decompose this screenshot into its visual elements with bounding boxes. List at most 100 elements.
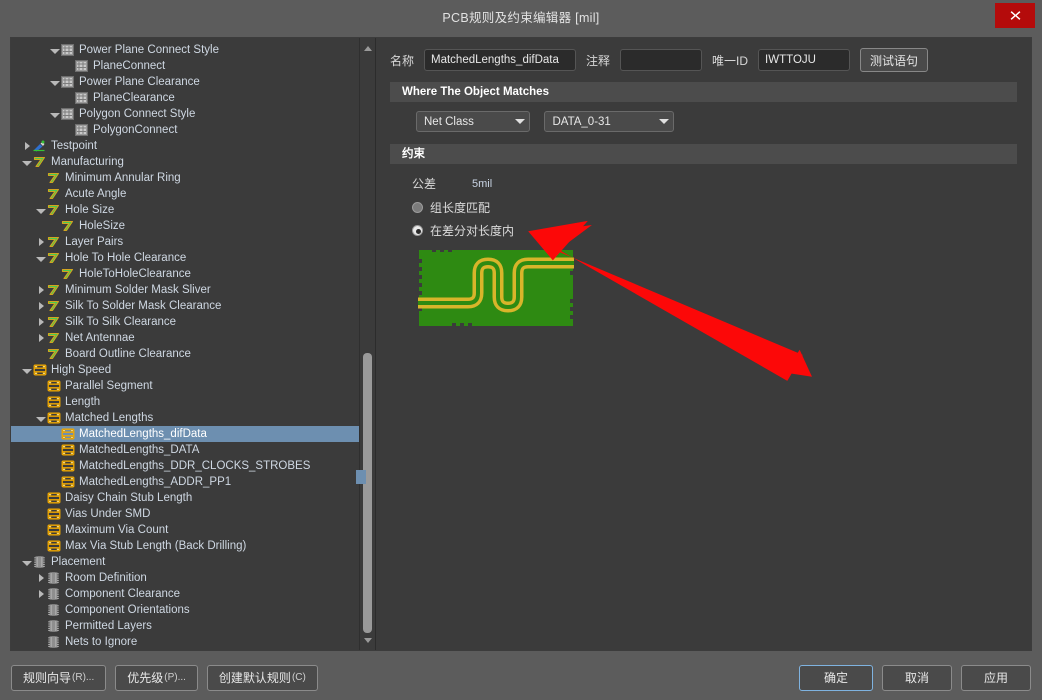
scroll-down-button[interactable] — [360, 632, 375, 648]
radio-group-length-button[interactable] — [412, 202, 423, 213]
tree-item-room-definition[interactable]: Room Definition — [11, 570, 359, 586]
tree-expander-spacer — [49, 266, 61, 282]
chevron-down-icon[interactable] — [35, 202, 47, 218]
scroll-up-icon — [363, 45, 372, 51]
chevron-down-icon[interactable] — [35, 250, 47, 266]
tree-item-component-clearance[interactable]: Component Clearance — [11, 586, 359, 602]
tree-expander-spacer — [49, 474, 61, 490]
where-object-matches-header: Where The Object Matches — [390, 82, 1017, 102]
tree-item-polygon-connect-style[interactable]: Polygon Connect Style — [11, 106, 359, 122]
priority-button[interactable]: 优先级 (P)... — [115, 664, 198, 691]
manufacturing-icon — [47, 236, 61, 249]
scroll-up-button[interactable] — [360, 40, 375, 56]
apply-button[interactable]: 应用 — [961, 664, 1031, 691]
tree-item-label: Polygon Connect Style — [79, 108, 196, 120]
unique-id-label: 唯一ID — [712, 53, 749, 68]
tree-item-hole-to-hole-clearance[interactable]: Hole To Hole Clearance — [11, 250, 359, 266]
tree-item-acute-angle[interactable]: Acute Angle — [11, 186, 359, 202]
rules-tree[interactable]: Power Plane Connect Style PlaneConnect Pow… — [11, 38, 359, 650]
chevron-right-icon[interactable] — [35, 282, 47, 298]
scroll-down-icon — [363, 637, 372, 643]
tree-item-silk-to-silk-clearance[interactable]: Silk To Silk Clearance — [11, 314, 359, 330]
tolerance-value[interactable]: 5mil — [472, 178, 492, 190]
tree-item-component-orientations[interactable]: Component Orientations — [11, 602, 359, 618]
chevron-right-icon[interactable] — [35, 298, 47, 314]
scope-value-dropdown[interactable]: DATA_0-31 — [544, 111, 675, 132]
tree-item-matchedlengths-addr-pp1[interactable]: MatchedLengths_ADDR_PP1 — [11, 474, 359, 490]
tree-item-board-outline-clearance[interactable]: Board Outline Clearance — [11, 346, 359, 362]
rule-header-row: 名称 注释 唯一ID 测试语句 — [390, 48, 1017, 72]
unique-id-input[interactable] — [758, 49, 851, 71]
tree-item-label: Acute Angle — [65, 188, 127, 200]
tree-item-minimum-annular-ring[interactable]: Minimum Annular Ring — [11, 170, 359, 186]
create-default-rules-button[interactable]: 创建默认规则 (C) — [206, 664, 318, 691]
cancel-button[interactable]: 取消 — [882, 664, 952, 691]
tree-item-silk-to-solder-mask-clearance[interactable]: Silk To Solder Mask Clearance — [11, 298, 359, 314]
tree-item-max-via-stub-length-back-drilling[interactable]: Max Via Stub Length (Back Drilling) — [11, 538, 359, 554]
tree-item-holesize[interactable]: HoleSize — [11, 218, 359, 234]
tree-item-label: Room Definition — [65, 572, 147, 584]
priority-label: 优先级 — [127, 671, 164, 685]
tree-item-net-antennae[interactable]: Net Antennae — [11, 330, 359, 346]
tree-expander-spacer — [49, 458, 61, 474]
tree-item-matchedlengths-difdata[interactable]: MatchedLengths_difData — [11, 426, 359, 442]
scope-kind-dropdown[interactable]: Net Class — [416, 111, 530, 132]
rule-wizard-mnemonic: (R)... — [72, 672, 95, 683]
radio-group-length[interactable]: 组长度匹配 — [412, 199, 1017, 216]
chevron-down-icon[interactable] — [21, 154, 33, 170]
rule-comment-input[interactable] — [620, 49, 703, 71]
serpentine-trace-graphic — [416, 247, 576, 329]
chevron-down-icon[interactable] — [49, 106, 61, 122]
chevron-down-icon[interactable] — [35, 410, 47, 426]
tree-item-matchedlengths-ddr-clocks-strobes[interactable]: MatchedLengths_DDR_CLOCKS_STROBES — [11, 458, 359, 474]
tree-item-planeconnect[interactable]: PlaneConnect — [11, 58, 359, 74]
chevron-down-icon[interactable] — [49, 74, 61, 90]
tree-item-planeclearance[interactable]: PlaneClearance — [11, 90, 359, 106]
create-default-mnemonic: (C) — [291, 672, 306, 683]
tree-item-manufacturing[interactable]: Manufacturing — [11, 154, 359, 170]
tree-item-matchedlengths-data[interactable]: MatchedLengths_DATA — [11, 442, 359, 458]
tree-item-minimum-solder-mask-sliver[interactable]: Minimum Solder Mask Sliver — [11, 282, 359, 298]
tree-item-power-plane-clearance[interactable]: Power Plane Clearance — [11, 74, 359, 90]
ok-button[interactable]: 确定 — [799, 664, 873, 691]
chevron-right-icon[interactable] — [35, 234, 47, 250]
tree-item-layer-pairs[interactable]: Layer Pairs — [11, 234, 359, 250]
chevron-right-icon[interactable] — [35, 586, 47, 602]
chevron-right-icon[interactable] — [35, 330, 47, 346]
chevron-down-icon[interactable] — [21, 554, 33, 570]
tree-item-matched-lengths[interactable]: Matched Lengths — [11, 410, 359, 426]
chevron-down-icon[interactable] — [21, 362, 33, 378]
tree-item-polygonconnect[interactable]: PolygonConnect — [11, 122, 359, 138]
test-query-button[interactable]: 测试语句 — [860, 48, 929, 72]
radio-within-diffpair-button[interactable] — [412, 225, 423, 236]
tree-item-daisy-chain-stub-length[interactable]: Daisy Chain Stub Length — [11, 490, 359, 506]
chevron-right-icon[interactable] — [35, 314, 47, 330]
tree-scrollbar[interactable] — [356, 38, 375, 650]
tree-item-label: MatchedLengths_DDR_CLOCKS_STROBES — [79, 460, 311, 472]
tree-item-power-plane-connect-style[interactable]: Power Plane Connect Style — [11, 42, 359, 58]
tree-item-placement[interactable]: Placement — [11, 554, 359, 570]
tree-item-holetoholeclearance[interactable]: HoleToHoleClearance — [11, 266, 359, 282]
scrollbar-thumb[interactable] — [363, 353, 372, 633]
tree-expander-spacer — [49, 442, 61, 458]
radio-within-diffpair[interactable]: 在差分对长度内 — [412, 222, 1017, 239]
tree-item-high-speed[interactable]: High Speed — [11, 362, 359, 378]
close-button[interactable] — [995, 3, 1035, 28]
footer-left-buttons: 规则向导 (R)... 优先级 (P)... 创建默认规则 (C) — [11, 664, 318, 691]
rule-name-input[interactable] — [424, 49, 577, 71]
rule-wizard-button[interactable]: 规则向导 (R)... — [11, 664, 107, 691]
tree-item-parallel-segment[interactable]: Parallel Segment — [11, 378, 359, 394]
tree-item-testpoint[interactable]: Testpoint — [11, 138, 359, 154]
tree-item-permitted-layers[interactable]: Permitted Layers — [11, 618, 359, 634]
chevron-right-icon[interactable] — [21, 138, 33, 154]
tree-item-vias-under-smd[interactable]: Vias Under SMD — [11, 506, 359, 522]
name-label: 名称 — [390, 53, 415, 68]
tree-item-length[interactable]: Length — [11, 394, 359, 410]
tree-item-label: Hole Size — [65, 204, 115, 216]
tree-item-hole-size[interactable]: Hole Size — [11, 202, 359, 218]
chevron-right-icon[interactable] — [35, 570, 47, 586]
tree-item-nets-to-ignore[interactable]: Nets to Ignore — [11, 634, 359, 650]
tree-item-maximum-via-count[interactable]: Maximum Via Count — [11, 522, 359, 538]
chevron-down-icon[interactable] — [49, 42, 61, 58]
placement-icon — [47, 587, 61, 601]
